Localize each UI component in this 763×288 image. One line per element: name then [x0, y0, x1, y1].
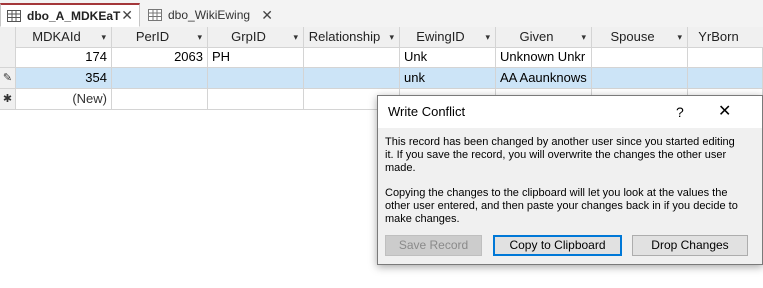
cell-mdkaid-new[interactable]: (New)	[16, 89, 112, 110]
write-conflict-dialog: Write Conflict ? ✕ This record has been …	[377, 95, 763, 265]
cell-perid[interactable]	[112, 89, 208, 110]
cell-given[interactable]: Unknown Unkr	[496, 47, 592, 68]
cell-given[interactable]: AA Aaunknows	[496, 68, 592, 89]
column-label: Relationship	[308, 29, 381, 44]
dropdown-arrow-icon[interactable]: ▾	[293, 27, 298, 47]
column-header-ewingid[interactable]: EwingID ▾	[400, 27, 496, 47]
dropdown-arrow-icon[interactable]: ▾	[677, 27, 682, 47]
close-tab-icon[interactable]: ✕	[261, 7, 273, 24]
column-label: Spouse	[610, 29, 655, 44]
cell-yrborn[interactable]	[688, 68, 763, 89]
save-record-button[interactable]: Save Record	[385, 235, 482, 256]
cell-mdkaid[interactable]: 174	[16, 47, 112, 68]
dialog-message-paragraph: This record has been changed by another …	[385, 136, 735, 174]
column-label: Given	[519, 29, 554, 44]
table-icon	[148, 9, 162, 21]
pencil-edit-icon[interactable]: ✎	[0, 68, 16, 89]
dropdown-arrow-icon[interactable]: ▾	[485, 27, 490, 47]
drop-changes-button[interactable]: Drop Changes	[632, 235, 748, 256]
cell-grpid[interactable]	[208, 89, 304, 110]
tab-label: dbo_A_MDKEaT	[27, 8, 121, 23]
dropdown-arrow-icon[interactable]: ▾	[389, 27, 394, 47]
sort-filter-arrow-icon[interactable]: ▾	[101, 27, 106, 47]
select-all-corner[interactable]	[0, 27, 16, 47]
cell-perid[interactable]: 2063	[112, 47, 208, 68]
dialog-title-bar: Write Conflict ? ✕	[378, 96, 762, 128]
column-header-given[interactable]: Given ▾	[496, 27, 592, 47]
dialog-message-paragraph: Copying the changes to the clipboard wil…	[385, 187, 738, 225]
new-record-icon[interactable]: ✱	[0, 89, 16, 110]
cell-relationship[interactable]	[304, 47, 400, 68]
cell-perid[interactable]	[112, 68, 208, 89]
table-icon	[7, 9, 21, 22]
document-tab-strip: dbo_A_MDKEaT ✕ dbo_WikiEwing ✕	[0, 0, 763, 28]
copy-to-clipboard-button[interactable]: Copy to Clipboard	[493, 235, 622, 256]
column-header-yrborn[interactable]: YrBorn	[688, 27, 763, 47]
close-icon[interactable]: ✕	[718, 96, 731, 128]
help-icon[interactable]: ?	[676, 96, 684, 128]
tab-dbo-a-mdkeat[interactable]: dbo_A_MDKEaT ✕	[0, 3, 140, 27]
cell-mdkaid[interactable]: 354	[16, 68, 112, 89]
column-header-spouse[interactable]: Spouse ▾	[592, 27, 688, 47]
column-label: GrpID	[231, 29, 266, 44]
dialog-message: This record has been changed by another …	[385, 136, 745, 238]
column-header-mdkaid[interactable]: MDKAId ▾	[16, 27, 112, 47]
cell-spouse[interactable]	[592, 68, 688, 89]
cell-yrborn[interactable]	[688, 47, 763, 68]
column-label: YrBorn	[698, 29, 739, 44]
cell-ewingid[interactable]: unk	[400, 68, 496, 89]
column-header-grpid[interactable]: GrpID ▾	[208, 27, 304, 47]
column-header-relationship[interactable]: Relationship ▾	[304, 27, 400, 47]
column-header-row: MDKAId ▾ PerID ▾ GrpID ▾ Relationship ▾ Ewin…	[0, 27, 763, 48]
tab-label: dbo_WikiEwing	[168, 8, 251, 22]
dropdown-arrow-icon[interactable]: ▾	[197, 27, 202, 47]
column-label: EwingID	[416, 29, 465, 44]
cell-spouse[interactable]	[592, 47, 688, 68]
cell-relationship[interactable]	[304, 68, 400, 89]
close-tab-icon[interactable]: ✕	[121, 7, 133, 24]
tab-dbo-wikiewing[interactable]: dbo_WikiEwing ✕	[142, 3, 279, 27]
column-label: PerID	[135, 29, 170, 44]
dialog-title: Write Conflict	[388, 104, 466, 119]
cell-grpid[interactable]: PH	[208, 47, 304, 68]
column-label: MDKAId	[32, 29, 81, 44]
record-selector[interactable]	[0, 47, 16, 68]
cell-grpid[interactable]	[208, 68, 304, 89]
cell-ewingid[interactable]: Unk	[400, 47, 496, 68]
column-header-perid[interactable]: PerID ▾	[112, 27, 208, 47]
filter-arrow-icon[interactable]: ▾	[581, 27, 586, 47]
